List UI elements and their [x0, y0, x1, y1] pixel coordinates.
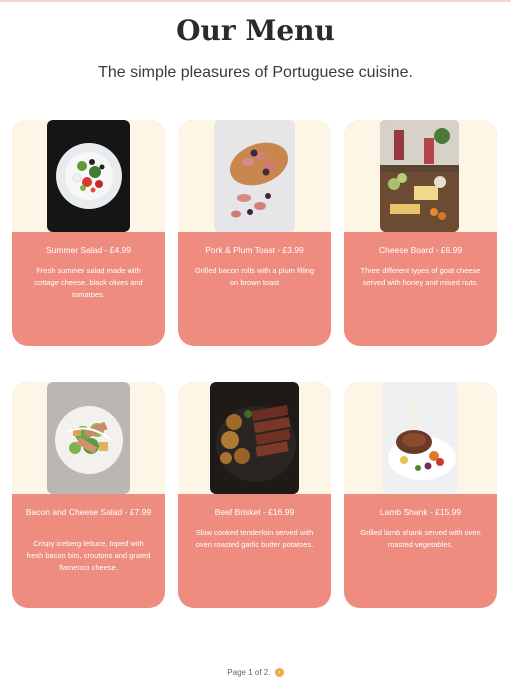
salad-photo — [47, 120, 130, 232]
page-title: Our Menu — [176, 14, 335, 47]
item-description: Slow cooked tenderloin served with oven … — [195, 528, 314, 549]
lamb-shank-photo — [382, 382, 457, 494]
top-border — [0, 0, 511, 2]
toast-photo — [214, 120, 295, 232]
brisket-photo — [210, 382, 299, 494]
cheese-board-photo — [380, 120, 459, 232]
item-name: Bacon and Cheese Salad - £7.99 — [25, 507, 152, 517]
item-description: Grilled bacon rolls with a plum filling … — [194, 266, 315, 287]
pagination: Page 1 of 2. › — [0, 668, 511, 678]
bacon-salad-photo — [47, 382, 130, 494]
item-description: Crispy iceberg lettuce, toped with fresh… — [26, 539, 151, 572]
item-description: Grilled lamb shank served with oven roas… — [360, 528, 481, 549]
item-name: Summer Salad - £4.99 — [45, 245, 132, 255]
item-description: Three different types of goat cheese ser… — [360, 266, 481, 287]
menu-card[interactable]: Cheese Board - £6.99 Three different typ… — [344, 120, 497, 346]
item-name: Pork & Plum Toast - £3.99 — [205, 245, 304, 255]
item-name: Beef Brisket - £16.99 — [214, 507, 295, 517]
next-page-icon[interactable]: › — [274, 668, 284, 678]
menu-card[interactable]: Bacon and Cheese Salad - £7.99 Crispy ic… — [12, 382, 165, 608]
pagination-label: Page 1 of 2. — [227, 668, 271, 677]
menu-card[interactable]: Summer Salad - £4.99 Fresh summer salad … — [12, 120, 165, 346]
item-name: Lamb Shank - £15.99 — [379, 507, 462, 517]
item-description: Fresh summer salad made with cottage che… — [34, 266, 143, 299]
item-name: Cheese Board - £6.99 — [378, 245, 463, 255]
menu-card[interactable]: Lamb Shank - £15.99 Grilled lamb shank s… — [344, 382, 497, 608]
page-subtitle: The simple pleasures of Portuguese cuisi… — [98, 64, 413, 81]
menu-card[interactable]: Beef Brisket - £16.99 Slow cooked tender… — [178, 382, 331, 608]
menu-card[interactable]: Pork & Plum Toast - £3.99 Grilled bacon … — [178, 120, 331, 346]
